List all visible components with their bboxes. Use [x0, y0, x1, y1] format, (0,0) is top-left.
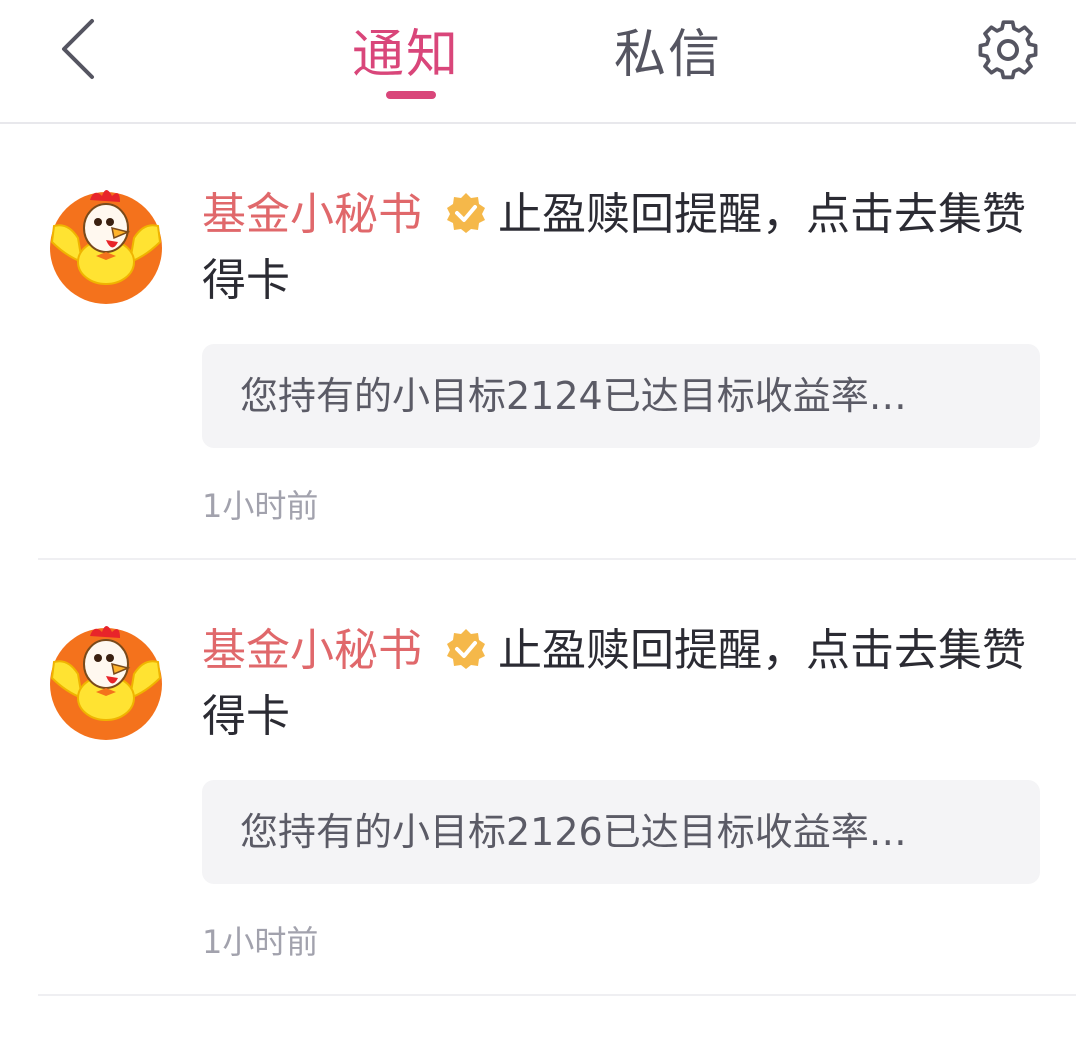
gear-icon	[978, 20, 1038, 80]
quoted-content-box[interactable]: 您持有的小目标2126已达目标收益率…	[202, 780, 1040, 884]
sender-name[interactable]: 基金小秘书	[202, 625, 422, 676]
verified-badge-icon	[447, 193, 485, 233]
timestamp: 1小时前	[202, 923, 319, 961]
quoted-content-box[interactable]: 您持有的小目标2124已达目标收益率…	[202, 344, 1040, 448]
notification-title: 基金小秘书 止盈赎回提醒，点击去集赞得卡	[202, 618, 1042, 750]
back-button[interactable]	[48, 14, 108, 84]
top-nav-bar: 通知 私信	[0, 0, 1076, 124]
notification-item[interactable]: 基金小秘书 止盈赎回提醒，点击去集赞得卡 您持有的小目标2126已达目标收益率……	[0, 560, 1076, 996]
divider	[38, 994, 1076, 996]
notification-title: 基金小秘书 止盈赎回提醒，点击去集赞得卡	[202, 182, 1042, 314]
rooster-mascot-avatar[interactable]	[46, 182, 166, 306]
settings-button[interactable]	[974, 16, 1042, 84]
sender-name[interactable]: 基金小秘书	[202, 189, 422, 240]
timestamp: 1小时前	[202, 487, 319, 525]
verified-badge-icon	[447, 629, 485, 669]
rooster-mascot-avatar[interactable]	[46, 618, 166, 742]
tab-notifications[interactable]: 通知	[352, 20, 460, 90]
notification-item[interactable]: 基金小秘书 止盈赎回提醒，点击去集赞得卡 您持有的小目标2124已达目标收益率……	[0, 124, 1076, 560]
tab-direct-messages[interactable]: 私信	[614, 20, 722, 90]
active-tab-indicator	[386, 91, 436, 99]
chevron-left-icon	[62, 19, 94, 79]
